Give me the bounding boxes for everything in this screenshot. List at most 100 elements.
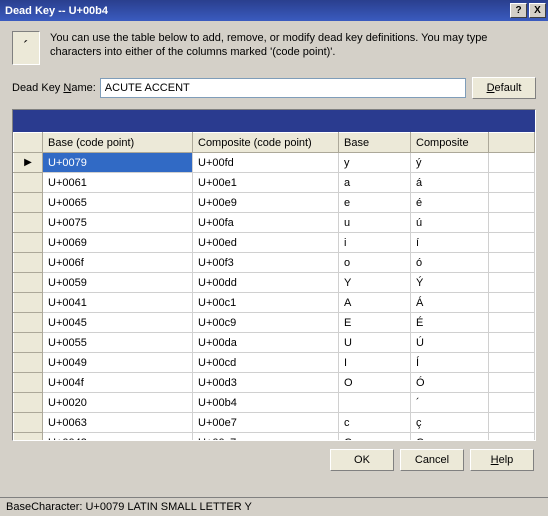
table-row[interactable]: U+006fU+00f3oó (14, 253, 535, 273)
cell-comp[interactable]: É (411, 313, 489, 333)
table-row[interactable]: U+0063U+00e7cç (14, 413, 535, 433)
cell-base_cp[interactable]: U+0041 (43, 293, 193, 313)
table-row[interactable]: U+0075U+00fauú (14, 213, 535, 233)
cell-comp_cp[interactable]: U+00fd (193, 153, 339, 173)
cell-base_cp[interactable]: U+0059 (43, 273, 193, 293)
cell-base_cp[interactable]: U+0069 (43, 233, 193, 253)
cell-comp[interactable]: ú (411, 213, 489, 233)
table-row[interactable]: U+0045U+00c9EÉ (14, 313, 535, 333)
cell-comp_cp[interactable]: U+00c1 (193, 293, 339, 313)
cell-base_cp[interactable]: U+0065 (43, 193, 193, 213)
cell-base_cp[interactable]: U+0049 (43, 353, 193, 373)
cell-comp_cp[interactable]: U+00fa (193, 213, 339, 233)
row-marker[interactable] (14, 213, 43, 233)
row-marker[interactable] (14, 353, 43, 373)
cell-base_cp[interactable]: U+0063 (43, 413, 193, 433)
row-marker[interactable] (14, 413, 43, 433)
row-marker[interactable] (14, 253, 43, 273)
cell-base_cp[interactable]: U+0061 (43, 173, 193, 193)
table-row[interactable]: U+0065U+00e9eé (14, 193, 535, 213)
cell-comp[interactable]: Á (411, 293, 489, 313)
cell-base[interactable]: U (339, 333, 411, 353)
row-marker[interactable] (14, 433, 43, 442)
row-marker[interactable]: ▶ (14, 153, 43, 173)
cell-comp_cp[interactable]: U+00ed (193, 233, 339, 253)
cell-comp_cp[interactable]: U+00c7 (193, 433, 339, 442)
cell-base[interactable]: y (339, 153, 411, 173)
cell-base_cp[interactable]: U+0075 (43, 213, 193, 233)
cell-comp[interactable]: ´ (411, 393, 489, 413)
table-row[interactable]: U+0049U+00cdIÍ (14, 353, 535, 373)
col-base[interactable]: Base (339, 133, 411, 153)
help-dialog-button[interactable]: Help (470, 449, 534, 471)
cell-base_cp[interactable]: U+0079 (43, 153, 193, 173)
cell-comp[interactable]: Ú (411, 333, 489, 353)
cell-comp_cp[interactable]: U+00c9 (193, 313, 339, 333)
cell-base[interactable]: c (339, 413, 411, 433)
cell-base_cp[interactable]: U+0043 (43, 433, 193, 442)
cell-comp[interactable]: á (411, 173, 489, 193)
cell-comp[interactable]: é (411, 193, 489, 213)
cell-base[interactable]: i (339, 233, 411, 253)
row-marker[interactable] (14, 373, 43, 393)
cell-base_cp[interactable]: U+0020 (43, 393, 193, 413)
col-base-codepoint[interactable]: Base (code point) (43, 133, 193, 153)
row-marker[interactable] (14, 333, 43, 353)
cell-comp_cp[interactable]: U+00e1 (193, 173, 339, 193)
row-marker[interactable] (14, 193, 43, 213)
cell-comp[interactable]: ó (411, 253, 489, 273)
row-marker[interactable] (14, 273, 43, 293)
cancel-button[interactable]: Cancel (400, 449, 464, 471)
col-composite-codepoint[interactable]: Composite (code point) (193, 133, 339, 153)
cell-base[interactable]: C (339, 433, 411, 442)
dead-key-name-input[interactable] (100, 78, 466, 98)
cell-base[interactable]: A (339, 293, 411, 313)
cell-comp_cp[interactable]: U+00f3 (193, 253, 339, 273)
cell-base_cp[interactable]: U+006f (43, 253, 193, 273)
cell-comp[interactable]: Ó (411, 373, 489, 393)
cell-base_cp[interactable]: U+0055 (43, 333, 193, 353)
row-marker[interactable] (14, 393, 43, 413)
row-marker[interactable] (14, 233, 43, 253)
cell-comp_cp[interactable]: U+00e9 (193, 193, 339, 213)
ok-button[interactable]: OK (330, 449, 394, 471)
cell-base[interactable]: a (339, 173, 411, 193)
cell-comp[interactable]: Ý (411, 273, 489, 293)
cell-comp_cp[interactable]: U+00da (193, 333, 339, 353)
cell-comp[interactable]: Í (411, 353, 489, 373)
table-row[interactable]: U+0055U+00daUÚ (14, 333, 535, 353)
row-marker[interactable] (14, 173, 43, 193)
row-marker[interactable] (14, 313, 43, 333)
mapping-grid[interactable]: Base (code point) Composite (code point)… (12, 109, 536, 441)
table-row[interactable]: U+0059U+00ddYÝ (14, 273, 535, 293)
cell-comp_cp[interactable]: U+00cd (193, 353, 339, 373)
col-composite[interactable]: Composite (411, 133, 489, 153)
cell-comp[interactable]: ý (411, 153, 489, 173)
help-button[interactable]: ? (510, 3, 527, 18)
cell-comp[interactable]: Ç (411, 433, 489, 442)
cell-base[interactable]: e (339, 193, 411, 213)
cell-base_cp[interactable]: U+0045 (43, 313, 193, 333)
table-row[interactable]: U+0061U+00e1aá (14, 173, 535, 193)
cell-comp[interactable]: ç (411, 413, 489, 433)
cell-base[interactable]: O (339, 373, 411, 393)
row-marker[interactable] (14, 293, 43, 313)
default-button[interactable]: Default (472, 77, 536, 99)
cell-base[interactable]: u (339, 213, 411, 233)
cell-base_cp[interactable]: U+004f (43, 373, 193, 393)
cell-comp_cp[interactable]: U+00e7 (193, 413, 339, 433)
table-row[interactable]: U+0041U+00c1AÁ (14, 293, 535, 313)
table-row[interactable]: U+004fU+00d3OÓ (14, 373, 535, 393)
cell-comp_cp[interactable]: U+00dd (193, 273, 339, 293)
table-row[interactable]: U+0069U+00edií (14, 233, 535, 253)
cell-base[interactable]: I (339, 353, 411, 373)
table-row[interactable]: ▶U+0079U+00fdyý (14, 153, 535, 173)
cell-base[interactable]: o (339, 253, 411, 273)
cell-base[interactable]: E (339, 313, 411, 333)
cell-comp_cp[interactable]: U+00d3 (193, 373, 339, 393)
close-button[interactable]: X (529, 3, 546, 18)
cell-comp_cp[interactable]: U+00b4 (193, 393, 339, 413)
cell-comp[interactable]: í (411, 233, 489, 253)
table-row[interactable]: U+0043U+00c7CÇ (14, 433, 535, 442)
cell-base[interactable]: Y (339, 273, 411, 293)
